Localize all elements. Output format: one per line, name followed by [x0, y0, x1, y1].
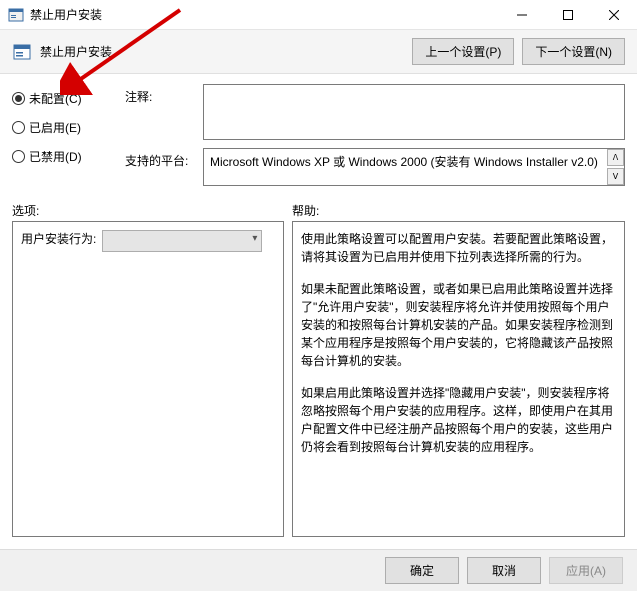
radio-enabled[interactable]: 已启用(E) [12, 119, 117, 136]
minimize-button[interactable] [499, 0, 545, 30]
radio-not-configured[interactable]: 未配置(C) [12, 90, 117, 107]
comment-input[interactable] [203, 84, 625, 140]
cancel-button[interactable]: 取消 [467, 557, 541, 584]
help-panel: 使用此策略设置可以配置用户安装。若要配置此策略设置，请将其设置为已启用并使用下拉… [292, 221, 625, 537]
radio-label: 已启用(E) [29, 119, 81, 136]
window-title: 禁止用户安装 [30, 6, 499, 23]
radio-icon [12, 150, 25, 163]
setting-icon [12, 42, 32, 62]
scroll-down-button[interactable]: ᐯ [607, 168, 624, 185]
options-panel: 用户安装行为: [12, 221, 284, 537]
mid-labels: 选项: 帮助: [0, 196, 637, 221]
supported-platform-box: Microsoft Windows XP 或 Windows 2000 (安装有… [203, 148, 625, 186]
radio-group: 未配置(C) 已启用(E) 已禁用(D) [12, 84, 117, 186]
radio-icon [12, 121, 25, 134]
help-paragraph: 使用此策略设置可以配置用户安装。若要配置此策略设置，请将其设置为已启用并使用下拉… [301, 230, 616, 266]
platform-label: 支持的平台: [125, 148, 195, 186]
header-strip: 禁止用户安装 上一个设置(P) 下一个设置(N) [0, 30, 637, 74]
help-paragraph: 如果未配置此策略设置，或者如果已启用此策略设置并选择了"允许用户安装"，则安装程… [301, 280, 616, 370]
options-label: 选项: [12, 202, 292, 219]
next-setting-button[interactable]: 下一个设置(N) [522, 38, 625, 65]
bottom-bar: 确定 取消 应用(A) [0, 549, 637, 591]
apply-button[interactable]: 应用(A) [549, 557, 623, 584]
app-icon [8, 7, 24, 23]
platform-text: Microsoft Windows XP 或 Windows 2000 (安装有… [210, 155, 598, 169]
form-area: 注释: 支持的平台: Microsoft Windows XP 或 Window… [125, 84, 625, 186]
maximize-button[interactable] [545, 0, 591, 30]
header-title: 禁止用户安装 [40, 43, 404, 60]
scroll-up-button[interactable]: ᐱ [607, 149, 624, 166]
close-button[interactable] [591, 0, 637, 30]
help-paragraph: 如果启用此策略设置并选择"隐藏用户安装"，则安装程序将忽略按照每个用户安装的应用… [301, 384, 616, 456]
comment-label: 注释: [125, 84, 195, 140]
radio-label: 已禁用(D) [29, 148, 82, 165]
radio-label: 未配置(C) [29, 90, 82, 107]
help-label: 帮助: [292, 202, 319, 219]
behavior-dropdown[interactable] [102, 230, 262, 252]
behavior-label: 用户安装行为: [21, 230, 96, 247]
panels: 用户安装行为: 使用此策略设置可以配置用户安装。若要配置此策略设置，请将其设置为… [0, 221, 637, 545]
ok-button[interactable]: 确定 [385, 557, 459, 584]
titlebar: 禁止用户安装 [0, 0, 637, 30]
radio-disabled[interactable]: 已禁用(D) [12, 148, 117, 165]
config-section: 未配置(C) 已启用(E) 已禁用(D) 注释: 支持的平台: Microsof… [0, 74, 637, 196]
prev-setting-button[interactable]: 上一个设置(P) [412, 38, 514, 65]
radio-icon [12, 92, 25, 105]
window-controls [499, 0, 637, 29]
